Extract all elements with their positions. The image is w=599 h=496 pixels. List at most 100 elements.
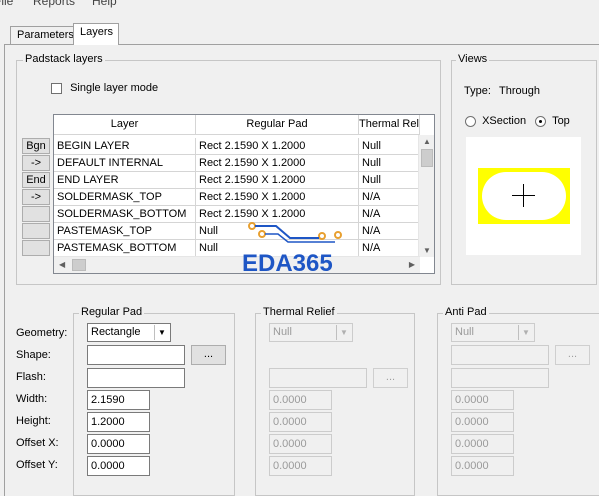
watermark-text: EDA365: [242, 250, 333, 277]
thermal-cell[interactable]: Null: [359, 155, 420, 172]
regular-pad-cell[interactable]: Rect 2.1590 X 1.2000: [196, 189, 359, 206]
menu-help[interactable]: Help: [92, 0, 117, 8]
top-label: Top: [552, 115, 570, 127]
chevron-down-icon: ▼: [336, 325, 351, 340]
padstack-layers-title: Padstack layers: [23, 53, 105, 65]
table-row[interactable]: BEGIN LAYER Rect 2.1590 X 1.2000 Null: [54, 138, 420, 155]
row-button-6[interactable]: [22, 223, 50, 239]
watermark-trace-icon: [248, 222, 342, 243]
xsection-label: XSection: [482, 115, 527, 127]
anti-width-input: 0.0000: [451, 390, 514, 410]
thermal-flash-input: [269, 368, 367, 388]
scroll-up-icon[interactable]: ▲: [423, 137, 431, 146]
thermal-height-input: 0.0000: [269, 412, 332, 432]
regular-pad-cell[interactable]: Rect 2.1590 X 1.2000: [196, 172, 359, 189]
thermal-cell[interactable]: N/A: [359, 240, 420, 257]
horizontal-scroll-thumb[interactable]: [72, 259, 86, 271]
single-layer-mode-label: Single layer mode: [70, 82, 159, 94]
layer-cell[interactable]: END LAYER: [54, 172, 196, 189]
begin-layer-button[interactable]: Bgn: [22, 138, 50, 154]
layer-cell[interactable]: PASTEMASK_TOP: [54, 223, 196, 240]
thermal-offset-y-input: 0.0000: [269, 456, 332, 476]
flash-label: Flash:: [16, 371, 46, 383]
menu-reports[interactable]: Reports: [33, 0, 75, 8]
regular-pad-cell[interactable]: Rect 2.1590 X 1.2000: [196, 138, 359, 155]
scroll-left-icon[interactable]: ◀: [59, 260, 65, 269]
thermal-cell[interactable]: N/A: [359, 206, 420, 223]
anti-offset-y-input: 0.0000: [451, 456, 514, 476]
xsection-option[interactable]: XSection: [465, 115, 526, 127]
anti-flash-input: [451, 368, 549, 388]
anti-shape-input: [451, 345, 549, 365]
scroll-down-icon[interactable]: ▼: [423, 246, 431, 255]
column-header-thermal-relief[interactable]: Thermal Relief: [359, 115, 420, 135]
layer-cell[interactable]: SOLDERMASK_TOP: [54, 189, 196, 206]
layer-cell[interactable]: PASTEMASK_BOTTOM: [54, 240, 196, 257]
next-layer-button[interactable]: ->: [22, 155, 50, 171]
regular-pad-title: Regular Pad: [79, 306, 145, 318]
row-button-5[interactable]: [22, 206, 50, 222]
thermal-geometry-select: Null ▼: [269, 323, 353, 342]
anti-height-input: 0.0000: [451, 412, 514, 432]
thermal-relief-title: Thermal Relief: [261, 306, 337, 318]
anti-geometry-select: Null ▼: [451, 323, 535, 342]
anti-pad-title: Anti Pad: [443, 306, 489, 318]
thermal-cell[interactable]: Null: [359, 172, 420, 189]
single-layer-mode-checkbox[interactable]: [51, 82, 62, 94]
offset-x-label: Offset X:: [16, 437, 59, 449]
layer-cell[interactable]: DEFAULT INTERNAL: [54, 155, 196, 172]
tab-parameters[interactable]: Parameters: [10, 26, 74, 44]
regular-offset-y-input[interactable]: 0.0000: [87, 456, 150, 476]
table-row[interactable]: SOLDERMASK_BOTTOM Rect 2.1590 X 1.2000 N…: [54, 206, 420, 223]
end-layer-button[interactable]: End: [22, 172, 50, 188]
height-label: Height:: [16, 415, 51, 427]
scroll-right-icon[interactable]: ▶: [409, 260, 415, 269]
chevron-down-icon[interactable]: ▼: [154, 325, 169, 340]
regular-geometry-select[interactable]: Rectangle ▼: [87, 323, 171, 342]
regular-flash-input[interactable]: [87, 368, 185, 388]
regular-offset-x-input[interactable]: 0.0000: [87, 434, 150, 454]
pad-preview: [466, 137, 581, 255]
menu-bar: File Reports Help: [0, 0, 599, 8]
table-row[interactable]: PASTEMASK_TOP Null N/A: [54, 223, 420, 240]
single-layer-mode-option[interactable]: Single layer mode: [51, 82, 158, 94]
anti-geometry-value: Null: [455, 326, 474, 338]
regular-pad-cell[interactable]: Rect 2.1590 X 1.2000: [196, 155, 359, 172]
tab-layers[interactable]: Layers: [73, 23, 119, 45]
column-header-regular-pad[interactable]: Regular Pad: [196, 115, 359, 135]
width-label: Width:: [16, 393, 48, 405]
next-layer-button-2[interactable]: ->: [22, 189, 50, 205]
views-type-value: Through: [499, 85, 540, 97]
thermal-cell[interactable]: Null: [359, 138, 420, 155]
views-type-label: Type:: [464, 85, 491, 97]
column-header-layer[interactable]: Layer: [54, 115, 196, 135]
regular-width-input[interactable]: 2.1590: [87, 390, 150, 410]
regular-height-input[interactable]: 1.2000: [87, 412, 150, 432]
thermal-geometry-value: Null: [273, 326, 292, 338]
top-option[interactable]: Top: [535, 115, 570, 127]
table-row[interactable]: END LAYER Rect 2.1590 X 1.2000 Null: [54, 172, 420, 189]
thermal-flash-browse-button: ...: [373, 368, 408, 388]
table-row[interactable]: SOLDERMASK_TOP Rect 2.1590 X 1.2000 N/A: [54, 189, 420, 206]
row-button-7[interactable]: [22, 240, 50, 256]
anti-offset-x-input: 0.0000: [451, 434, 514, 454]
table-row[interactable]: DEFAULT INTERNAL Rect 2.1590 X 1.2000 Nu…: [54, 155, 420, 172]
menu-file[interactable]: File: [0, 0, 13, 8]
chevron-down-icon: ▼: [518, 325, 533, 340]
thermal-width-input: 0.0000: [269, 390, 332, 410]
top-radio[interactable]: [535, 115, 546, 127]
pad-shape: [478, 168, 570, 224]
table-row[interactable]: PASTEMASK_BOTTOM Null N/A: [54, 240, 420, 257]
geometry-label: Geometry:: [16, 327, 68, 339]
layer-cell[interactable]: SOLDERMASK_BOTTOM: [54, 206, 196, 223]
xsection-radio[interactable]: [465, 115, 476, 127]
thermal-offset-x-input: 0.0000: [269, 434, 332, 454]
horizontal-scrollbar[interactable]: ◀ ▶: [54, 256, 420, 273]
thermal-cell[interactable]: N/A: [359, 223, 420, 240]
regular-shape-input[interactable]: [87, 345, 185, 365]
vertical-scrollbar[interactable]: ▲ ▼: [418, 135, 434, 257]
vertical-scroll-thumb[interactable]: [421, 149, 433, 167]
regular-shape-browse-button[interactable]: ...: [191, 345, 226, 365]
layer-cell[interactable]: BEGIN LAYER: [54, 138, 196, 155]
thermal-cell[interactable]: N/A: [359, 189, 420, 206]
